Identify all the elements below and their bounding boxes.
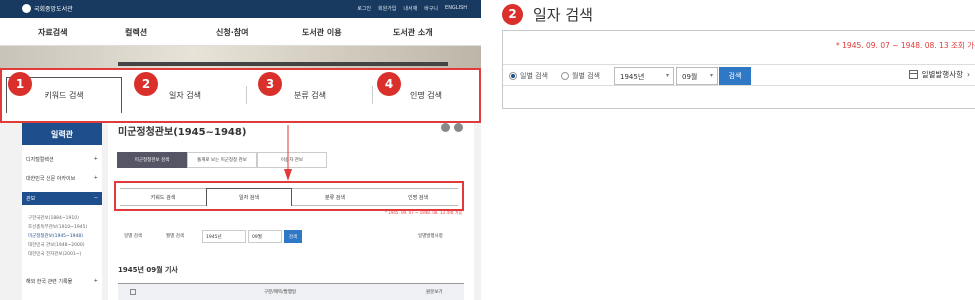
- month-title: 1945년 09월 기사: [118, 266, 178, 274]
- month-select-value: 09월: [682, 73, 698, 81]
- year-select[interactable]: 1945년 ▾: [614, 67, 674, 85]
- small-date-range-note: * 1945. 09. 07 ~ 1948. 08. 13 조회 가능: [385, 210, 463, 215]
- nav-item-apply[interactable]: 신청·참여: [216, 27, 248, 38]
- sidebar-item-label: 관보: [26, 196, 36, 202]
- nav-item-search[interactable]: 자료검색: [38, 27, 67, 38]
- sidebar-item-label: 디지털컬렉션: [26, 157, 54, 163]
- calendar-icon: [908, 70, 918, 79]
- radio-on-icon: [509, 72, 517, 80]
- month-select[interactable]: 09월 ▾: [676, 67, 718, 85]
- hero-search-bar[interactable]: [118, 62, 448, 66]
- top-link-cart[interactable]: 바구니: [424, 5, 438, 12]
- site-logo[interactable]: 국회중앙도서관: [22, 4, 73, 13]
- step-badge-2: 2: [134, 72, 158, 96]
- small-search-tabs: 키워드 검색 일자 검색 분류 검색 인명 검색: [114, 181, 464, 211]
- small-tab-category[interactable]: 분류 검색: [292, 188, 378, 206]
- daily-issue-label: 일별발행사항: [921, 70, 963, 79]
- top-link-english[interactable]: ENGLISH: [445, 5, 467, 12]
- nav-item-usage[interactable]: 도서관 이용: [302, 27, 342, 38]
- radio-day-label: 일별 검색: [520, 72, 548, 80]
- small-date-search-bar: 일별 검색 월별 검색 1945년 09월 검색 일별발행사항: [118, 225, 464, 249]
- small-year-select[interactable]: 1945년: [202, 230, 246, 243]
- sidebar-sub-item[interactable]: 구한국관보(1884~1910): [28, 215, 79, 221]
- detail-title: 일자 검색: [533, 5, 593, 24]
- plus-icon: +: [93, 156, 98, 162]
- sidebar-item-label: 해외 한국 관련 기록물: [26, 279, 73, 285]
- step-badge-3: 3: [258, 72, 282, 96]
- nav-item-about[interactable]: 도서관 소개: [393, 27, 433, 38]
- tab-divider: [372, 86, 373, 104]
- tab-divider: [246, 86, 247, 104]
- nav-item-collection[interactable]: 컬렉션: [125, 27, 147, 38]
- sidebar-item-label: 대한민국 신문 아카이브: [26, 176, 76, 182]
- top-link-mylib[interactable]: 내서재: [403, 5, 417, 12]
- site-screenshot: 국회중앙도서관 로그인 회원가입 내서재 바구니 ENGLISH 자료검색 컬렉…: [0, 0, 481, 300]
- search-button[interactable]: 검색: [719, 67, 751, 85]
- radio-month-search[interactable]: 월별 검색: [561, 71, 600, 81]
- date-search-bar: 일별 검색 월별 검색 1945년 ▾ 09월 ▾ 검색 일별발행사항 ›: [503, 64, 975, 86]
- emblem-icon: [22, 4, 31, 13]
- sidebar-sub-item-active[interactable]: 미군정청관보(1945~1948): [28, 233, 83, 239]
- small-search-button[interactable]: 검색: [284, 230, 302, 243]
- date-range-note: * 1945. 09. 07 ~ 1948. 08. 13 조회 가능: [836, 41, 975, 50]
- top-link-join[interactable]: 회원가입: [378, 5, 396, 12]
- top-links: 로그인 회원가입 내서재 바구니 ENGLISH: [357, 5, 467, 12]
- step-badge-1: 1: [8, 72, 32, 96]
- figure-root: 국회중앙도서관 로그인 회원가입 내서재 바구니 ENGLISH 자료검색 컬렉…: [0, 0, 975, 300]
- sidebar: 일력관 디지털컬렉션 + 대한민국 신문 아카이브 + 관보 − 구한국관보(1884…: [22, 123, 102, 300]
- small-radio-month[interactable]: 월별 검색: [166, 233, 184, 239]
- radio-off-icon: [561, 72, 569, 80]
- page-title: 미군정청관보(1945~1948): [118, 127, 247, 138]
- table-header-title: 구분/제목/발행일: [264, 290, 297, 295]
- table-header: 구분/제목/발행일 원문보기: [118, 283, 464, 300]
- top-link-login[interactable]: 로그인: [357, 5, 371, 12]
- chevron-right-icon: ›: [967, 70, 970, 79]
- daily-issue-link[interactable]: 일별발행사항 ›: [908, 69, 970, 80]
- logo-text: 국회중앙도서관: [34, 6, 73, 13]
- caret-down-icon: ▾: [709, 72, 713, 79]
- detail-heading: 2 일자 검색: [502, 3, 593, 25]
- plus-icon: +: [93, 175, 98, 181]
- radio-month-label: 월별 검색: [572, 72, 600, 80]
- minus-icon: −: [93, 195, 98, 201]
- connector-arrow-icon: [284, 125, 292, 181]
- date-search-panel: * 1945. 09. 07 ~ 1948. 08. 13 조회 가능 일별 검…: [502, 30, 975, 109]
- small-daily-link[interactable]: 일별발행사항: [418, 233, 443, 239]
- small-month-select[interactable]: 09월: [248, 230, 282, 243]
- small-tab-date[interactable]: 일자 검색: [206, 188, 292, 206]
- plus-icon: +: [93, 278, 98, 284]
- sidebar-sub-item[interactable]: 대한민국 전자관보(2001~): [28, 251, 81, 257]
- table-header-view: 원문보기: [426, 290, 443, 295]
- share-icon[interactable]: [454, 123, 463, 132]
- sidebar-item-digital[interactable]: 디지털컬렉션 +: [26, 156, 98, 163]
- small-tab-person[interactable]: 인명 검색: [378, 188, 458, 206]
- sub-tab-user[interactable]: 이용자 관보: [257, 152, 327, 168]
- radio-day-search[interactable]: 일별 검색: [509, 71, 548, 81]
- sidebar-item-gazette[interactable]: 관보 −: [22, 192, 102, 205]
- small-radio-day[interactable]: 일별 검색: [124, 233, 142, 239]
- year-select-value: 1945년: [620, 73, 645, 81]
- sub-tab-search[interactable]: 미군정청관보 검색: [117, 152, 187, 168]
- print-icon[interactable]: [441, 123, 450, 132]
- sidebar-head: 일력관: [22, 123, 102, 145]
- step-badge-4: 4: [377, 72, 401, 96]
- sub-tab-stats[interactable]: 통계로 보는 미군정청 관보: [187, 152, 257, 168]
- top-bar: 국회중앙도서관 로그인 회원가입 내서재 바구니 ENGLISH: [0, 0, 481, 18]
- select-all-checkbox[interactable]: [130, 289, 136, 295]
- main-nav: 자료검색 컬렉션 신청·참여 도서관 이용 도서관 소개: [0, 18, 481, 46]
- caret-down-icon: ▾: [665, 72, 669, 79]
- sidebar-item-newspaper[interactable]: 대한민국 신문 아카이브 +: [26, 175, 98, 182]
- small-tab-keyword[interactable]: 키워드 검색: [120, 188, 206, 206]
- search-tabs-callout: 키워드 검색 일자 검색 분류 검색 인명 검색 1 2 3 4: [0, 68, 481, 123]
- sidebar-sub-item[interactable]: 대한민국 관보(1948~2000): [28, 242, 84, 248]
- step-badge-2-detail: 2: [502, 3, 523, 25]
- sidebar-item-overseas[interactable]: 해외 한국 관련 기록물 +: [26, 278, 98, 285]
- sidebar-sub-item[interactable]: 조선총독부관보(1910~1945): [28, 224, 87, 230]
